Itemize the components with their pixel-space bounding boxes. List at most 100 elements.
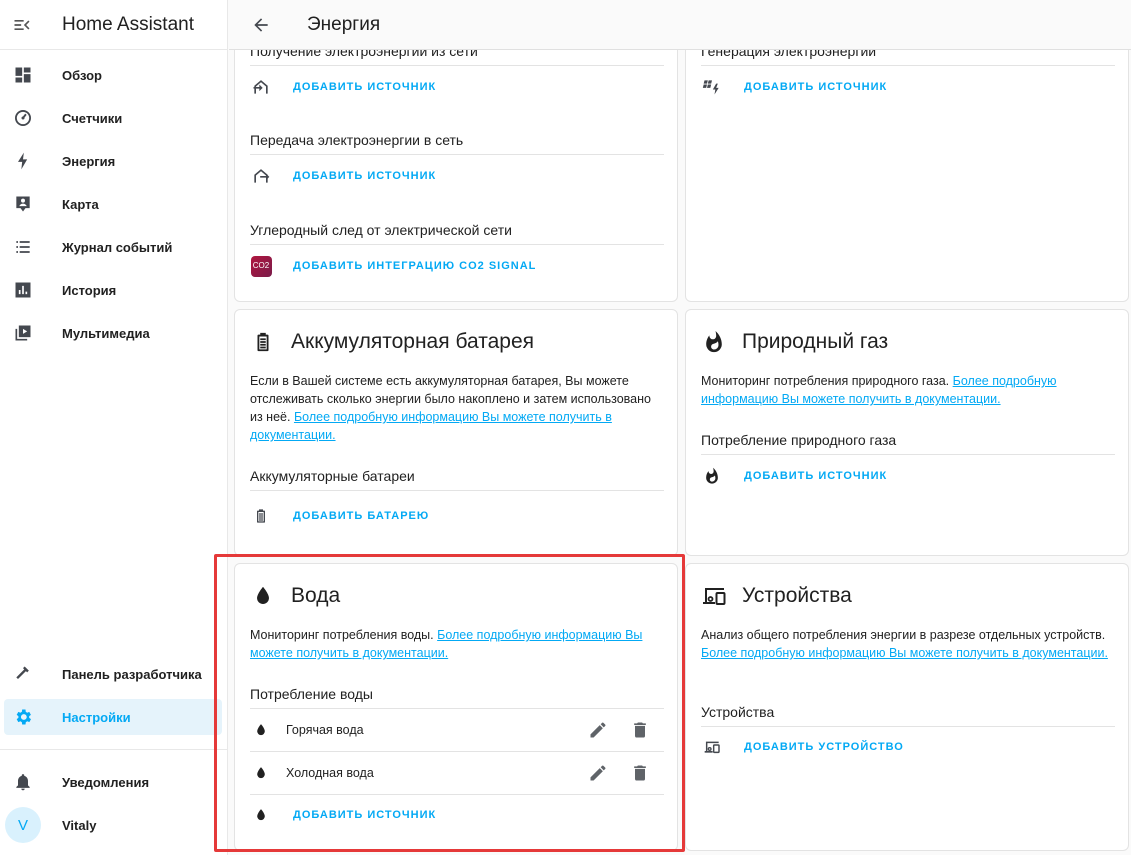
gas-card: Природный газ Мониторинг потребления при… [685, 309, 1129, 556]
add-co2-integration-row[interactable]: CO2 Добавить интеграцию CO2 Signal [250, 251, 536, 281]
sidebar-item-counters[interactable]: Счетчики [4, 100, 222, 136]
battery-icon [257, 332, 269, 352]
gear-icon [16, 709, 31, 725]
media-icon [15, 325, 31, 341]
gas-section-title: Потребление природного газа [701, 432, 897, 448]
battery-section-title: Аккумуляторные батареи [250, 468, 415, 484]
card-title: Устройства [742, 584, 852, 607]
pencil-icon[interactable] [588, 763, 608, 783]
add-grid-consumption-row[interactable]: Добавить источник [250, 72, 436, 102]
sidebar-item-profile[interactable]: V Vitaly [4, 807, 222, 843]
map-person-icon [16, 196, 30, 212]
water-card: Вода Мониторинг потребления воды. Более … [234, 563, 678, 851]
card-title: Природный газ [742, 330, 889, 353]
sidebar-item-label: Мультимедиа [62, 325, 150, 341]
water-drop-small-icon [257, 724, 265, 736]
add-device-button[interactable]: Добавить устройство [744, 741, 904, 753]
sidebar-item-developer-tools[interactable]: Панель разработчика [4, 656, 222, 692]
sidebar-item-notifications[interactable]: Уведомления [4, 764, 222, 800]
water-drop-small-icon [257, 767, 265, 779]
sidebar-item-label: Панель разработчика [62, 666, 202, 682]
hammer-icon [16, 666, 29, 679]
water-drop-small-icon [257, 809, 265, 821]
delete-icon[interactable] [630, 720, 650, 740]
card-header: Устройства [700, 576, 852, 616]
add-source-button[interactable]: Добавить источник [293, 809, 436, 821]
add-gas-row[interactable]: Добавить источник [701, 461, 887, 491]
description-text: Анализ общего потребления энергии в разр… [701, 628, 1106, 642]
app-title: Home Assistant [62, 13, 194, 35]
grid-card: Получение электроэнергии из сети Добавит… [234, 20, 678, 302]
sidebar-item-label: Обзор [62, 67, 102, 83]
menu-toggle-button[interactable] [0, 0, 44, 50]
card-description: Если в Вашей системе есть аккумуляторная… [250, 372, 662, 444]
section-divider [250, 154, 664, 155]
add-source-button[interactable]: Добавить источник [744, 81, 887, 93]
sidebar-item-label: История [62, 282, 117, 298]
top-app-bar: Энергия [229, 0, 1131, 50]
sidebar-item-overview[interactable]: Обзор [4, 57, 222, 93]
add-source-button[interactable]: Добавить источник [293, 81, 436, 93]
section-divider [250, 708, 664, 709]
water-section-title: Потребление воды [250, 686, 373, 702]
section-divider [701, 726, 1115, 727]
sidebar-item-label: Vitaly [62, 817, 97, 833]
solar-power-icon [702, 80, 719, 95]
sidebar-item-label: Карта [62, 196, 99, 212]
add-source-button[interactable]: Добавить источник [293, 170, 436, 182]
section-divider [701, 65, 1115, 66]
row-divider [250, 751, 664, 752]
sidebar-item-settings[interactable]: Настройки [4, 699, 222, 735]
add-battery-button[interactable]: Добавить батарею [293, 510, 429, 522]
battery-small-icon [257, 509, 265, 523]
sidebar-item-history[interactable]: История [4, 272, 222, 308]
add-source-button[interactable]: Добавить источник [744, 470, 887, 482]
chart-box-icon [15, 282, 31, 298]
fire-icon [706, 331, 722, 353]
co2-signal-logo-icon: CO2 [250, 255, 272, 277]
devices-section-title: Устройства [701, 704, 775, 720]
documentation-link[interactable]: Более подробную информацию Вы можете пол… [250, 410, 612, 442]
dashboard-icon [15, 67, 31, 83]
grid-return-title: Передача электроэнергии в сеть [250, 132, 464, 148]
gauge-icon [15, 110, 31, 126]
pencil-icon[interactable] [588, 720, 608, 740]
sidebar: Home Assistant Обзор Счетчики Энергия Ка… [0, 0, 228, 855]
avatar: V [5, 807, 41, 843]
sidebar-item-label: Настройки [62, 709, 131, 725]
description-text: Мониторинг потребления природного газа. [701, 374, 950, 388]
card-description: Мониторинг потребления воды. Более подро… [250, 626, 664, 662]
card-header: Аккумуляторная батарея [249, 322, 534, 362]
card-title: Вода [291, 584, 341, 607]
fire-small-icon [706, 467, 718, 484]
sidebar-item-energy[interactable]: Энергия [4, 143, 222, 179]
documentation-link[interactable]: Более подробную информацию Вы можете пол… [701, 646, 1108, 660]
page-title: Энергия [307, 13, 381, 35]
delete-icon[interactable] [630, 763, 650, 783]
card-description: Анализ общего потребления энергии в разр… [701, 626, 1121, 662]
sidebar-item-logbook[interactable]: Журнал событий [4, 229, 222, 265]
water-source-label: Горячая вода [286, 723, 364, 737]
sidebar-item-label: Уведомления [62, 774, 150, 790]
sidebar-item-label: Энергия [62, 153, 116, 169]
arrow-left-icon [254, 17, 268, 32]
add-grid-return-row[interactable]: Добавить источник [250, 161, 436, 191]
add-solar-row[interactable]: Добавить источник [701, 72, 887, 102]
sidebar-item-media[interactable]: Мультимедиа [4, 315, 222, 351]
menu-open-icon [14, 19, 30, 30]
add-device-row[interactable]: Добавить устройство [701, 732, 904, 762]
add-co2-integration-button[interactable]: Добавить интеграцию CO2 Signal [293, 260, 536, 272]
back-button[interactable] [229, 0, 293, 50]
transmission-tower-import-icon [253, 80, 268, 94]
bell-icon [16, 774, 30, 791]
add-water-row[interactable]: Добавить источник [250, 800, 436, 830]
list-item: Горячая вода [250, 715, 664, 745]
section-divider [250, 65, 664, 66]
sidebar-item-map[interactable]: Карта [4, 186, 222, 222]
section-divider [250, 244, 664, 245]
card-header: Природный газ [700, 322, 888, 362]
devices-small-icon [704, 741, 720, 754]
section-divider [250, 490, 664, 491]
card-title: Аккумуляторная батарея [291, 330, 534, 353]
add-battery-row[interactable]: Добавить батарею [250, 501, 429, 531]
